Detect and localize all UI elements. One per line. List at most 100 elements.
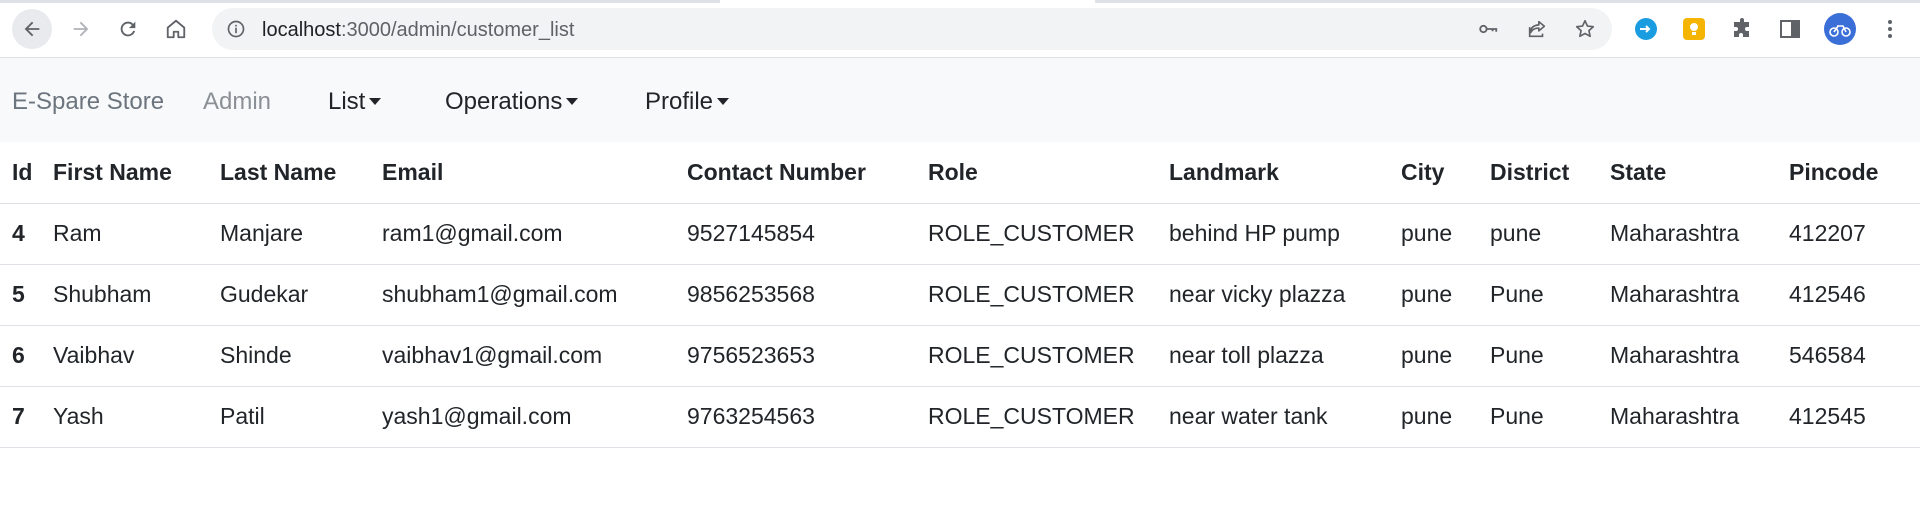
puzzle-icon: [1734, 18, 1749, 37]
nav-operations-label: Operations: [445, 88, 563, 115]
url-text[interactable]: localhost:3000/admin/customer_list: [262, 19, 574, 42]
cell-contact: 9763254563: [687, 386, 928, 448]
column-header: Pincode: [1789, 142, 1920, 204]
back-button[interactable]: [12, 9, 52, 49]
cell-last-name: Gudekar: [220, 264, 382, 326]
app-navbar: E-Spare Store Admin List Operations Prof…: [0, 58, 1920, 142]
cell-landmark: near vicky plazza: [1169, 264, 1401, 326]
cell-last-name: Patil: [220, 386, 382, 448]
customer-table: Id First Name Last Name Email Contact Nu…: [0, 142, 1920, 448]
password-key-button[interactable]: [1477, 18, 1499, 40]
nav-profile-dropdown[interactable]: Profile: [645, 88, 730, 116]
address-bar[interactable]: localhost:3000/admin/customer_list: [212, 8, 1612, 50]
cell-first-name: Shubham: [53, 264, 220, 326]
browser-menu-button[interactable]: [1878, 17, 1902, 41]
table-row: 4 Ram Manjare ram1@gmail.com 9527145854 …: [0, 203, 1920, 265]
bookmark-button[interactable]: [1574, 18, 1596, 40]
column-header: Landmark: [1169, 142, 1401, 204]
cell-state: Maharashtra: [1610, 386, 1789, 448]
column-header: State: [1610, 142, 1789, 204]
cell-state: Maharashtra: [1610, 264, 1789, 326]
column-header: Email: [382, 142, 687, 204]
column-header: Contact Number: [687, 142, 928, 204]
active-tab-edge: [720, 0, 1095, 3]
table-header-row: Id First Name Last Name Email Contact Nu…: [0, 142, 1920, 204]
column-header: City: [1401, 142, 1490, 204]
cell-first-name: Vaibhav: [53, 325, 220, 387]
cell-email: ram1@gmail.com: [382, 203, 687, 265]
extensions-button[interactable]: [1730, 17, 1754, 41]
cell-district: Pune: [1490, 386, 1610, 448]
cell-id: 6: [0, 325, 53, 387]
blue-extension-icon: [1635, 18, 1657, 40]
profile-avatar[interactable]: [1824, 13, 1856, 45]
column-header: Role: [928, 142, 1169, 204]
column-header: District: [1490, 142, 1610, 204]
forward-button[interactable]: [61, 9, 101, 49]
cell-contact: 9856253568: [687, 264, 928, 326]
cell-pincode: 546584: [1789, 325, 1920, 387]
share-icon: [1528, 20, 1546, 38]
cell-last-name: Manjare: [220, 203, 382, 265]
arrow-right-icon: [73, 21, 89, 37]
nav-admin-link[interactable]: Admin: [203, 88, 271, 116]
nav-operations-dropdown[interactable]: Operations: [445, 88, 579, 116]
cell-state: Maharashtra: [1610, 203, 1789, 265]
cell-city: pune: [1401, 325, 1490, 387]
cell-id: 4: [0, 203, 53, 265]
cell-first-name: Ram: [53, 203, 220, 265]
column-header: First Name: [53, 142, 220, 204]
cell-role: ROLE_CUSTOMER: [928, 386, 1169, 448]
extension-yellow-button[interactable]: [1682, 17, 1706, 41]
cell-id: 7: [0, 386, 53, 448]
url-host: localhost: [262, 19, 341, 41]
cell-id: 5: [0, 264, 53, 326]
cell-role: ROLE_CUSTOMER: [928, 264, 1169, 326]
cell-email: shubham1@gmail.com: [382, 264, 687, 326]
cell-landmark: behind HP pump: [1169, 203, 1401, 265]
bike-avatar-icon: [1829, 25, 1851, 37]
side-panel-icon: [1780, 20, 1800, 38]
cell-first-name: Yash: [53, 386, 220, 448]
home-button[interactable]: [156, 9, 196, 49]
cell-city: pune: [1401, 386, 1490, 448]
cell-pincode: 412207: [1789, 203, 1920, 265]
info-icon[interactable]: [226, 19, 246, 39]
extension-blue-button[interactable]: [1634, 17, 1658, 41]
cell-state: Maharashtra: [1610, 325, 1789, 387]
cell-last-name: Shinde: [220, 325, 382, 387]
cell-email: yash1@gmail.com: [382, 386, 687, 448]
table-row: 5 Shubham Gudekar shubham1@gmail.com 985…: [0, 264, 1920, 326]
url-path: :3000/admin/customer_list: [340, 19, 575, 41]
nav-list-label: List: [328, 88, 366, 115]
key-icon: [1479, 24, 1498, 34]
side-panel-button[interactable]: [1778, 17, 1802, 41]
nav-list-dropdown[interactable]: List: [328, 88, 382, 116]
cell-district: pune: [1490, 203, 1610, 265]
bulb-extension-icon: [1683, 18, 1705, 40]
cell-contact: 9527145854: [687, 203, 928, 265]
table-row: 6 Vaibhav Shinde vaibhav1@gmail.com 9756…: [0, 325, 1920, 387]
caret-down-icon: [369, 98, 382, 105]
caret-down-icon: [717, 98, 730, 105]
cell-pincode: 412545: [1789, 386, 1920, 448]
cell-email: vaibhav1@gmail.com: [382, 325, 687, 387]
cell-role: ROLE_CUSTOMER: [928, 325, 1169, 387]
cell-role: ROLE_CUSTOMER: [928, 203, 1169, 265]
table-row: 7 Yash Patil yash1@gmail.com 9763254563 …: [0, 386, 1920, 448]
cell-pincode: 412546: [1789, 264, 1920, 326]
cell-district: Pune: [1490, 264, 1610, 326]
reload-button[interactable]: [108, 9, 148, 49]
share-button[interactable]: [1526, 18, 1548, 40]
cell-landmark: near toll plazza: [1169, 325, 1401, 387]
caret-down-icon: [566, 98, 579, 105]
browser-toolbar: localhost:3000/admin/customer_list: [0, 0, 1920, 58]
reload-icon: [120, 21, 136, 37]
cell-city: pune: [1401, 264, 1490, 326]
cell-contact: 9756523653: [687, 325, 928, 387]
tab-strip: [0, 0, 1920, 3]
brand-link[interactable]: E-Spare Store: [12, 88, 164, 116]
column-header: Id: [0, 142, 53, 204]
cell-district: Pune: [1490, 325, 1610, 387]
cell-landmark: near water tank: [1169, 386, 1401, 448]
